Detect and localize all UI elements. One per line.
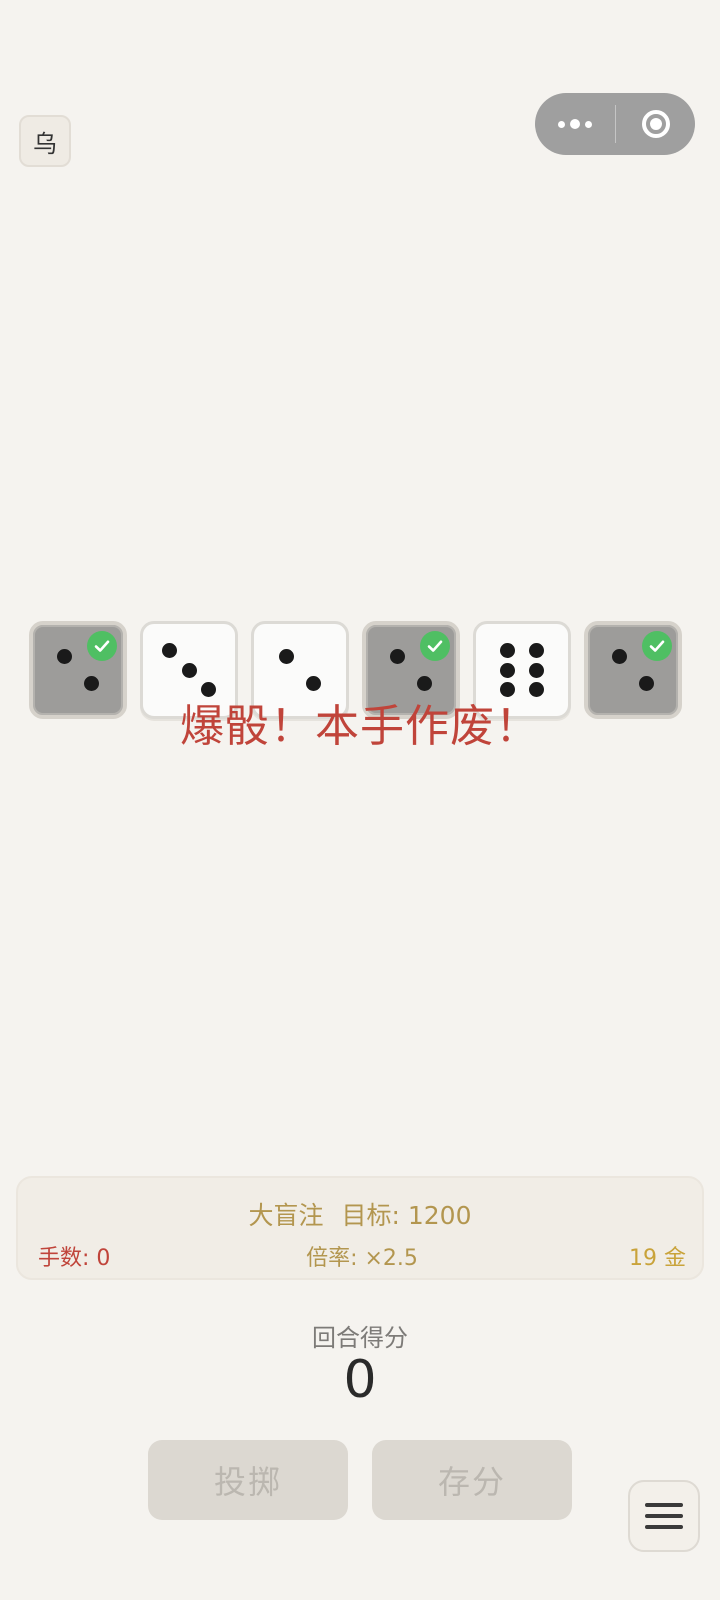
info-row: 手数: 0 倍率: ×2.5 19 金 xyxy=(38,1240,686,1271)
die-pip xyxy=(56,648,72,664)
multiplier: 倍率: ×2.5 xyxy=(306,1246,418,1271)
die-pip xyxy=(161,642,177,658)
target-circle-icon[interactable] xyxy=(616,93,695,155)
die-pip xyxy=(84,676,100,692)
info-title: 大盲注 目标: 1200 xyxy=(18,1196,702,1232)
round-score-label: 回合得分 xyxy=(312,1324,408,1352)
round-score-value: 0 xyxy=(343,1350,377,1410)
hamburger-menu-icon[interactable] xyxy=(628,1480,700,1552)
gold-count: 19 金 xyxy=(629,1246,686,1271)
die-pip xyxy=(181,662,197,678)
die-pip xyxy=(499,662,515,678)
mini-program-capsule xyxy=(535,93,695,155)
die-pip xyxy=(611,648,627,664)
die-pip xyxy=(639,676,655,692)
roll-button[interactable]: 投掷 xyxy=(148,1440,348,1520)
checkmark-icon xyxy=(642,631,672,661)
corner-menu-button[interactable]: 乌 xyxy=(19,115,71,167)
more-dots-icon[interactable] xyxy=(535,93,615,155)
die-pip xyxy=(417,676,433,692)
info-panel: 大盲注 目标: 1200 手数: 0 倍率: ×2.5 19 金 xyxy=(16,1176,704,1280)
bust-message: 爆骰！本手作废！ xyxy=(180,701,540,752)
die-pip xyxy=(529,642,545,658)
die-pip xyxy=(278,648,294,664)
die-pip xyxy=(306,676,322,692)
checkmark-icon xyxy=(87,631,117,661)
target-label: 目标: 1200 xyxy=(341,1201,472,1230)
die-pip xyxy=(499,642,515,658)
blind-label: 大盲注 xyxy=(248,1201,324,1230)
corner-label: 乌 xyxy=(33,129,57,158)
bank-button[interactable]: 存分 xyxy=(372,1440,572,1520)
checkmark-icon xyxy=(420,631,450,661)
die-pip xyxy=(529,662,545,678)
die-pip xyxy=(389,648,405,664)
game-screen: 乌 爆骰！本手作废！ 大盲注 目标: 1200 手数: 0 倍率: ×2.5 19… xyxy=(0,0,720,1600)
